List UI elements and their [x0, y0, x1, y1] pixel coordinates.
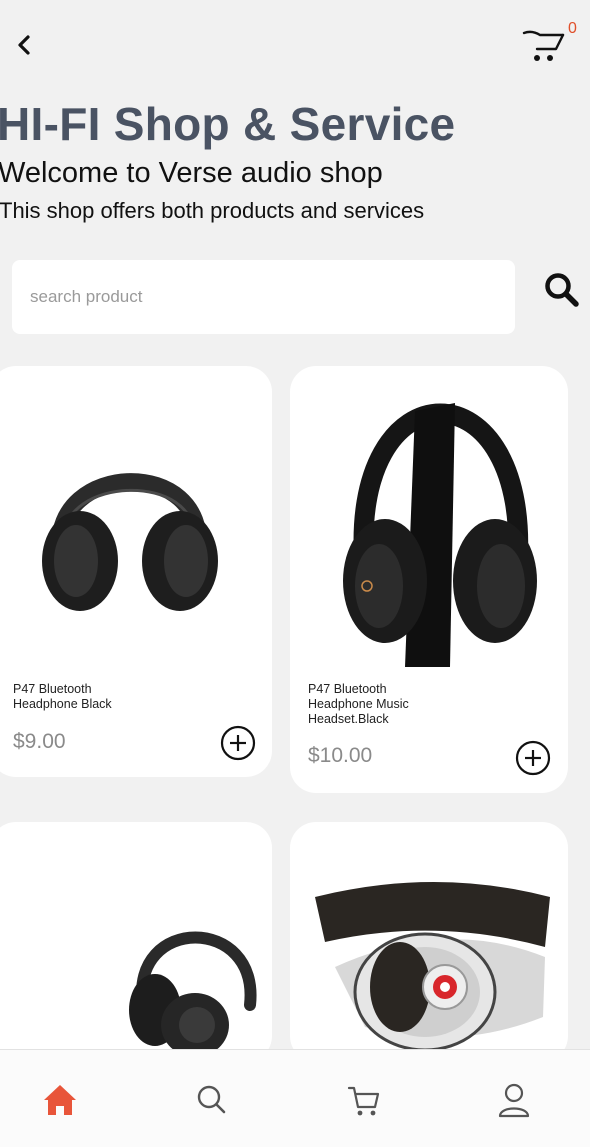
plus-circle-icon [515, 740, 551, 776]
product-price: $9.00 [13, 730, 66, 753]
cart-count-badge: 0 [568, 20, 577, 37]
page-title: HI-FI Shop & Service [0, 98, 456, 150]
nav-cart[interactable] [344, 1080, 384, 1120]
add-to-cart-button[interactable] [515, 740, 551, 776]
back-button[interactable] [10, 30, 40, 60]
search-icon [197, 1085, 226, 1114]
headphone-image [129, 931, 257, 1057]
user-icon [498, 1083, 530, 1118]
bottom-navigation [0, 1049, 590, 1147]
welcome-text: Welcome to Verse audio shop [0, 157, 383, 189]
nav-home[interactable] [40, 1080, 80, 1120]
product-card[interactable] [290, 822, 568, 1062]
nav-profile[interactable] [494, 1080, 534, 1120]
product-price: $10.00 [308, 744, 373, 767]
search-button[interactable] [542, 270, 582, 310]
search-box [12, 260, 515, 334]
subtitle-text: This shop offers both products and servi… [0, 198, 425, 223]
headphone-image [315, 882, 550, 1052]
cart-icon [347, 1086, 380, 1116]
cart-icon [522, 30, 565, 61]
cart-button[interactable] [520, 26, 572, 66]
chevron-left-icon [18, 35, 30, 55]
product-name: P47 Bluetooth Headphone Music Headset.Bl… [308, 682, 409, 726]
add-to-cart-button[interactable] [220, 725, 256, 761]
top-bar: 0 [0, 0, 590, 90]
headphone-image [42, 473, 218, 611]
search-input[interactable] [12, 260, 515, 334]
product-card[interactable]: P47 Bluetooth Headphone Music Headset.Bl… [290, 366, 568, 793]
plus-circle-icon [220, 725, 256, 761]
headphone-image [343, 403, 537, 667]
product-card[interactable]: P47 Bluetooth Headphone Black $9.00 [0, 366, 272, 777]
search-icon [545, 273, 579, 307]
product-name: P47 Bluetooth Headphone Black [13, 682, 112, 711]
product-card[interactable] [0, 822, 272, 1062]
home-icon [44, 1085, 76, 1115]
nav-search[interactable] [192, 1080, 232, 1120]
